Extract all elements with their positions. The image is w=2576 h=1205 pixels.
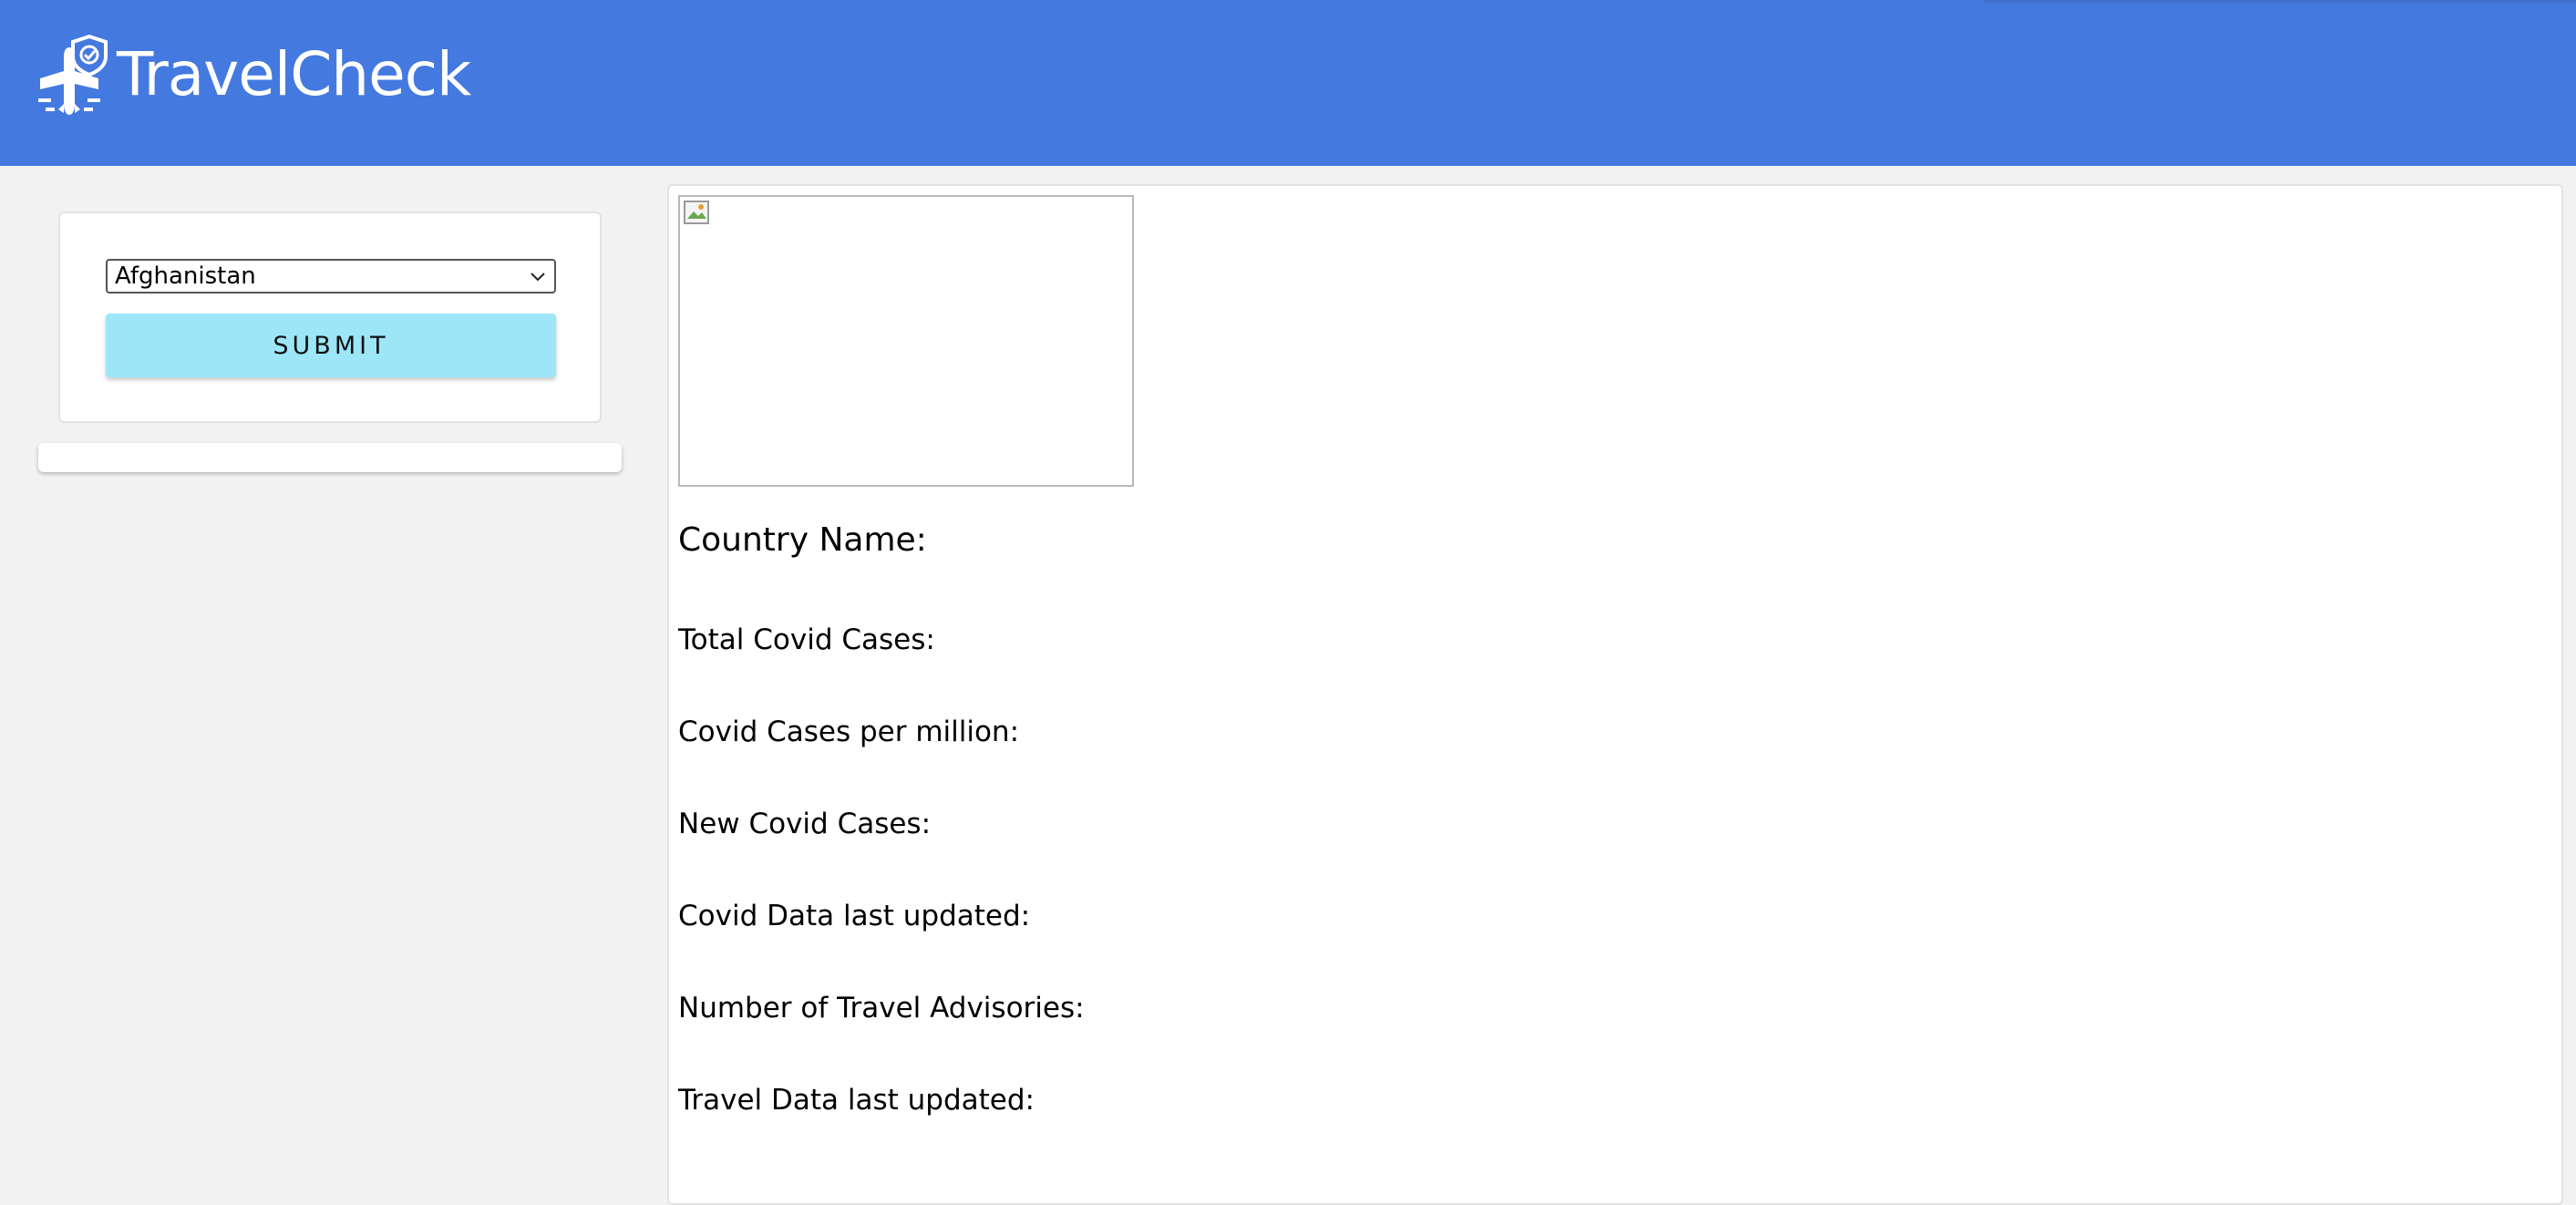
- submit-button[interactable]: SUBMIT: [106, 314, 556, 377]
- covid-cases-per-million-label: Covid Cases per million:: [678, 716, 1020, 748]
- logo-text: TravelCheck: [117, 39, 471, 109]
- travel-advisories-count-label: Number of Travel Advisories:: [678, 992, 1085, 1025]
- search-form-card: Afghanistan SUBMIT: [58, 211, 602, 423]
- travel-shield-logo-icon: [38, 34, 108, 115]
- covid-data-last-updated-label: Covid Data last updated:: [678, 900, 1031, 932]
- country-select[interactable]: Afghanistan: [106, 259, 556, 294]
- results-card: [38, 443, 622, 472]
- country-info-panel: Country Name: Total Covid Cases: Covid C…: [667, 184, 2563, 1205]
- country-flag-image: [678, 195, 1134, 487]
- country-select-value: Afghanistan: [115, 263, 256, 290]
- broken-image-icon: [684, 201, 709, 224]
- travelcheck-logo[interactable]: TravelCheck: [33, 31, 471, 118]
- top-header: TravelCheck: [0, 0, 2576, 166]
- total-covid-cases-label: Total Covid Cases:: [678, 623, 935, 656]
- chevron-down-icon: [531, 273, 545, 282]
- new-covid-cases-label: New Covid Cases:: [678, 808, 932, 840]
- country-name-label: Country Name:: [678, 521, 927, 559]
- header-shadow: [1984, 0, 2576, 5]
- travel-data-last-updated-label: Travel Data last updated:: [678, 1084, 1035, 1117]
